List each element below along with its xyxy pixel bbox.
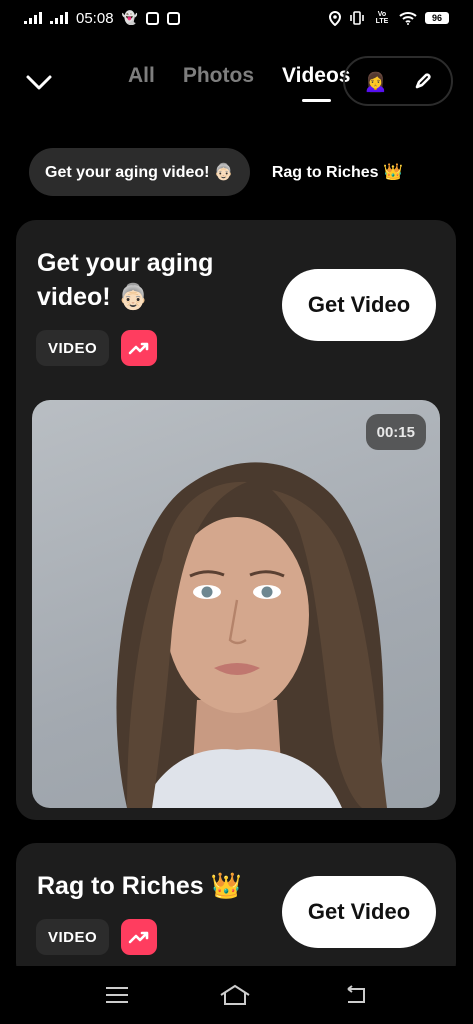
status-right: Vo LTE 96: [329, 10, 449, 26]
signal-icon: [24, 12, 42, 24]
status-left: 05:08 👻: [24, 10, 180, 27]
trending-icon: [121, 919, 158, 955]
filter-chips: Get your aging video! 👵🏻 Rag to Riches 👑: [29, 148, 419, 196]
card-tags: VIDEO: [36, 330, 158, 366]
signal-icon-2: [50, 12, 68, 24]
profile-edit-button[interactable]: 🙍‍♀️: [343, 56, 453, 106]
template-card-aging[interactable]: Get your aging video! 👵🏻 VIDEO Get Video: [16, 220, 456, 820]
card-title: Get your aging video! 👵🏻: [37, 249, 214, 311]
tab-photos[interactable]: Photos: [183, 64, 254, 88]
location-icon: [329, 10, 341, 26]
back-icon[interactable]: [342, 985, 368, 1005]
system-nav-bar: [0, 966, 473, 1024]
video-tag: VIDEO: [36, 330, 110, 366]
menu-icon[interactable]: [105, 987, 128, 1003]
video-tag: VIDEO: [36, 919, 110, 955]
category-tabs: All Photos Videos: [128, 64, 351, 102]
get-video-button[interactable]: Get Video: [282, 876, 436, 948]
card-title: Rag to Riches 👑: [37, 872, 242, 900]
snapchat-icon: 👻: [121, 10, 138, 25]
duration-badge: 00:15: [365, 414, 426, 450]
video-preview[interactable]: 00:15: [32, 400, 440, 808]
chevron-down-icon[interactable]: [24, 70, 54, 94]
instagram-icon-2: [166, 11, 180, 25]
template-card-rag-to-riches[interactable]: Rag to Riches 👑 VIDEO Get Video: [16, 843, 456, 983]
tab-all[interactable]: All: [128, 64, 155, 88]
status-bar: 05:08 👻 Vo LTE 96: [0, 0, 473, 36]
home-icon[interactable]: [219, 984, 251, 1006]
clock: 05:08: [76, 9, 114, 27]
chip-aging-video[interactable]: Get your aging video! 👵🏻: [29, 148, 250, 196]
trending-icon: [121, 330, 158, 366]
pencil-icon: [415, 73, 431, 89]
get-video-button[interactable]: Get Video: [282, 269, 436, 341]
top-nav: All Photos Videos 🙍‍♀️: [0, 52, 473, 112]
chip-rag-to-riches[interactable]: Rag to Riches 👑: [272, 148, 419, 196]
wifi-icon: [399, 12, 417, 25]
battery-icon: 96: [425, 12, 449, 24]
vibrate-icon: [350, 11, 364, 25]
volte-icon: Vo LTE: [375, 11, 389, 25]
portrait-image: [116, 462, 387, 808]
instagram-icon: [145, 11, 159, 25]
tab-videos[interactable]: Videos: [282, 64, 351, 102]
avatar: 🙍‍♀️: [363, 70, 388, 93]
card-tags: VIDEO: [36, 919, 158, 955]
